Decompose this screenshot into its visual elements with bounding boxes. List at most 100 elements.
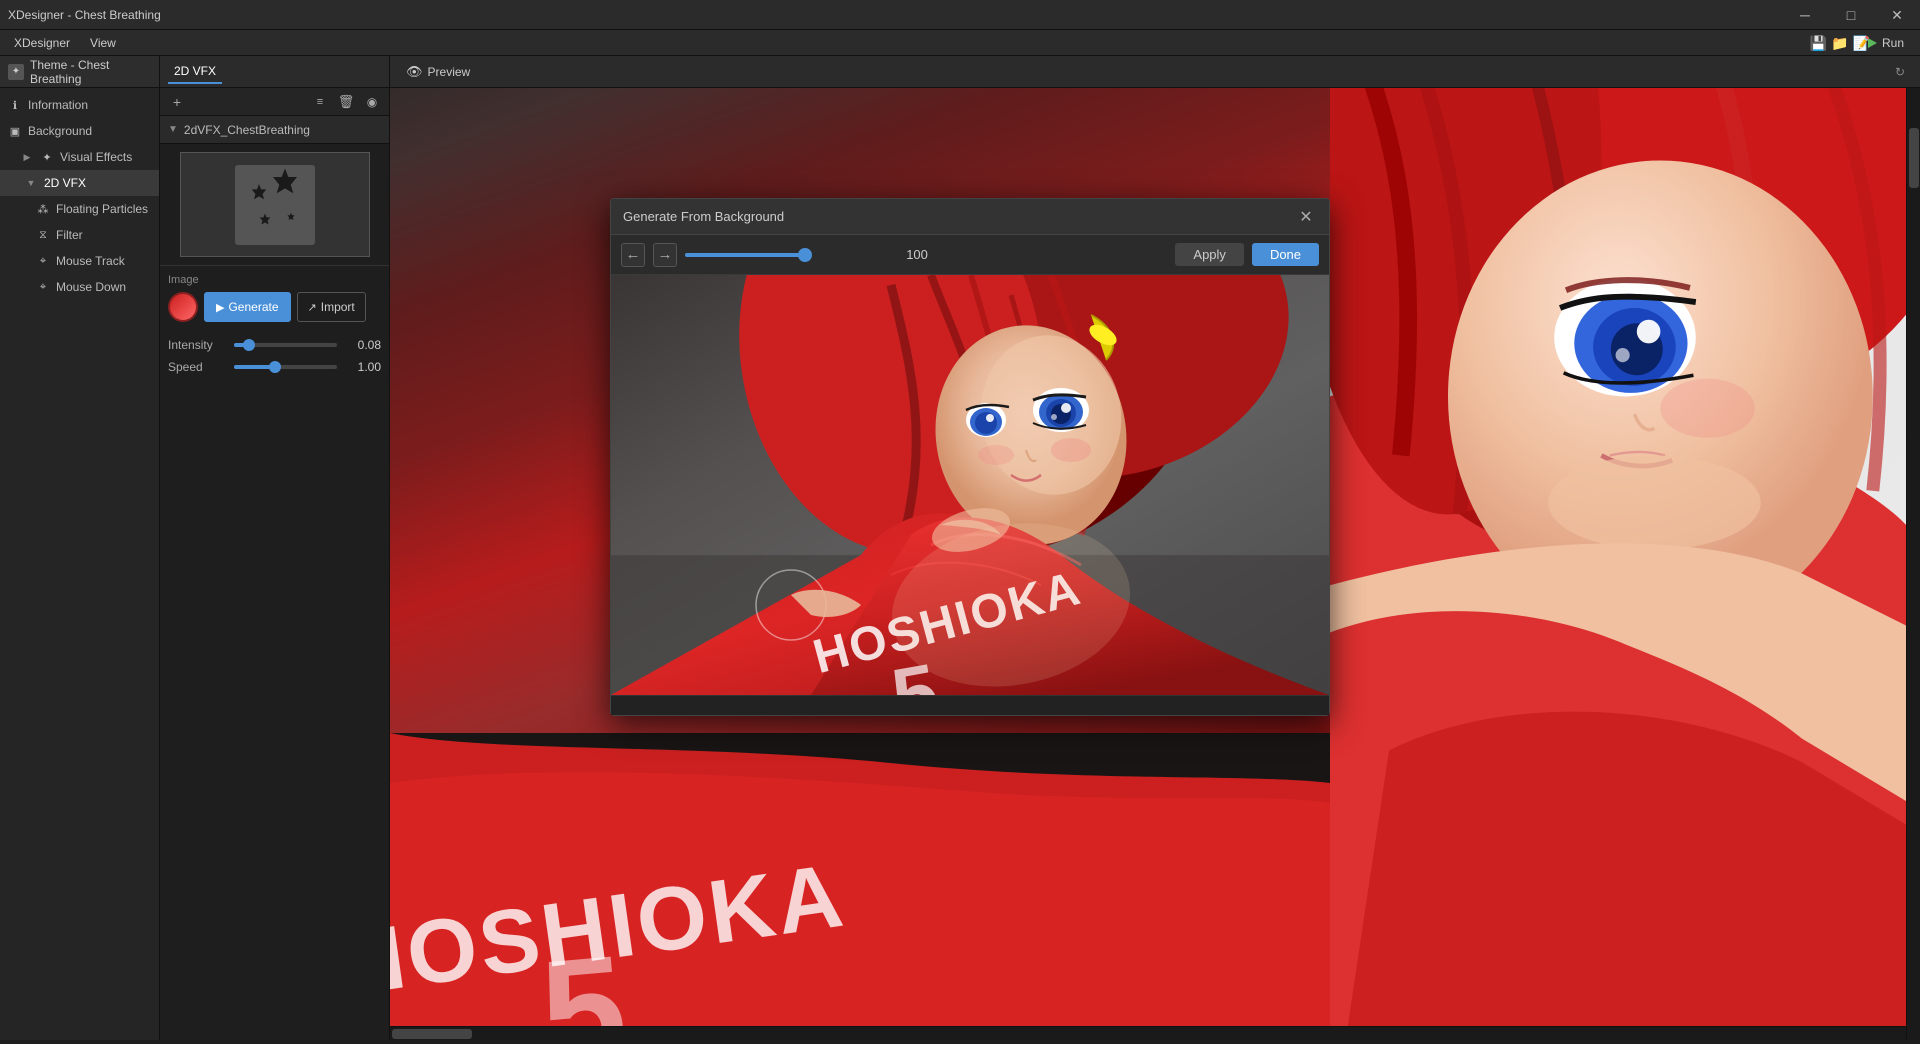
expand-icon: ▶ [20,150,34,164]
minimize-button[interactable]: ─ [1782,0,1828,30]
panel-toolbar: + ≡ 🗑 ◉ [160,88,389,116]
sidebar-header-title: Theme - Chest Breathing [30,58,151,86]
filter-icon: ⧖ [36,228,50,242]
speed-thumb[interactable] [269,361,281,373]
sidebar: ✦ Theme - Chest Breathing ℹ Information … [0,56,160,1040]
bottom-svg: HOSHIOKA 5 [390,733,1330,1040]
info-icon: ℹ [8,98,22,112]
sidebar-item-filter[interactable]: ⧖ Filter [0,222,159,248]
thumbnail-svg [235,165,315,245]
vfx-icon: ✦ [40,150,54,164]
refresh-button[interactable]: ↻ [1888,60,1912,84]
svg-text:5: 5 [535,923,633,1040]
speed-value: 1.00 [343,360,381,374]
modal-slider-thumb[interactable] [798,248,812,262]
sidebar-item-visual-effects[interactable]: ▶ ✦ Visual Effects [0,144,159,170]
generate-button[interactable]: ▶ Generate [204,292,291,322]
close-button[interactable]: ✕ [1874,0,1920,30]
panel: 2D VFX + ≡ 🗑 ◉ ▼ 2dVFX_ChestBreathing [160,56,390,1040]
menu-view[interactable]: View [82,33,124,53]
right-scrollbar[interactable] [1906,88,1920,1040]
image-buttons: ▶ Generate ↗ Import [168,292,381,322]
right-side-image [1330,88,1920,1040]
sidebar-item-information[interactable]: ℹ Information [0,92,159,118]
import-button[interactable]: ↗ Import [297,292,366,322]
menubar: XDesigner View Run 💾 📁 📝 [0,30,1920,56]
sidebar-item-background[interactable]: ▣ Background [0,118,159,144]
scrollbar-thumb[interactable] [1909,128,1919,188]
intensity-label: Intensity [168,338,228,352]
sidebar-label-filter: Filter [56,228,83,242]
preview-area: 👁 Preview ↻ 5 Generate From Backg [390,56,1920,1040]
maximize-button[interactable]: □ [1828,0,1874,30]
intensity-slider[interactable] [234,343,337,347]
sidebar-item-mouse-track[interactable]: ⌖ Mouse Track [0,248,159,274]
speed-row: Speed 1.00 [168,360,381,374]
image-section: Image ▶ Generate ↗ Import [160,265,389,330]
bottom-scrollbar[interactable] [390,1026,1906,1040]
panel-tabbar: 2D VFX [160,56,389,88]
sidebar-items: ℹ Information ▣ Background ▶ ✦ Visual Ef… [0,88,159,304]
sidebar-label-mouse-down: Mouse Down [56,280,126,294]
mouse-track-icon: ⌖ [36,254,50,268]
sidebar-item-floating-particles[interactable]: ⁂ Floating Particles [0,196,159,222]
image-preview-avatar [168,292,198,322]
sidebar-label-information: Information [28,98,88,112]
thumbnail-area [160,144,389,265]
toolbar-icon-btn1[interactable]: ≡ [309,91,331,113]
modal-toolbar: ← → 100 Apply Done [611,235,1329,275]
sidebar-label-visual-effects: Visual Effects [60,150,132,164]
preview-canvas: 5 Generate From Background ✕ ← → [390,88,1920,1040]
preview-tab[interactable]: 👁 Preview [398,60,478,84]
modal-close-button[interactable]: ✕ [1295,206,1317,228]
background-icon: ▣ [8,124,22,138]
speed-label: Speed [168,360,228,374]
window-controls: ─ □ ✕ [1782,0,1920,30]
modal-slider-container[interactable] [685,253,898,257]
2dvfx-icon: ▼ [24,176,38,190]
mouse-down-icon: ⌖ [36,280,50,294]
modal-apply-button[interactable]: Apply [1175,243,1244,266]
delete-node-button[interactable]: 🗑 [335,91,357,113]
generate-from-background-modal: Generate From Background ✕ ← → 100 [610,198,1330,716]
intensity-thumb[interactable] [243,339,255,351]
modal-image-canvas: HOSHIOKA 5 [611,275,1329,695]
horizontal-scrollbar-thumb[interactable] [392,1029,472,1039]
modal-slider-track[interactable] [685,253,805,257]
sidebar-label-2dvfx: 2D VFX [44,176,86,190]
modal-done-button[interactable]: Done [1252,243,1319,266]
sidebar-item-2dvfx[interactable]: ▼ 2D VFX [0,170,159,196]
main-layout: ✦ Theme - Chest Breathing ℹ Information … [0,56,1920,1040]
generate-icon: ▶ [216,301,224,314]
preview-tabbar: 👁 Preview ↻ [390,56,1920,88]
node-name: 2dVFX_ChestBreathing [184,123,310,137]
panel-tab-2dvfx[interactable]: 2D VFX [168,60,222,84]
modal-image-area: HOSHIOKA 5 [611,275,1329,695]
view-node-button[interactable]: ◉ [361,91,383,113]
node-expand-arrow[interactable]: ▼ [168,124,178,135]
right-side-svg [1330,88,1920,1040]
sidebar-label-floating-particles: Floating Particles [56,202,148,216]
save-icon[interactable]: 💾 [1810,35,1827,52]
modal-back-button[interactable]: ← [621,243,645,267]
import-icon: ↗ [308,301,317,314]
speed-slider[interactable] [234,365,337,369]
preview-tab-label: Preview [428,65,471,79]
script-icon[interactable]: 📝 [1853,35,1870,52]
folder-icon[interactable]: 📁 [1831,35,1848,52]
intensity-row: Intensity 0.08 [168,338,381,352]
add-node-button[interactable]: + [166,91,188,113]
theme-icon: ✦ [8,64,24,80]
titlebar: XDesigner - Chest Breathing ─ □ ✕ [0,0,1920,30]
modal-slider-fill [685,253,805,257]
modal-slider-value: 100 [906,247,946,262]
app-title: XDesigner - Chest Breathing [8,8,161,22]
bottom-image-section: HOSHIOKA 5 [390,733,1330,1040]
menu-xdesigner[interactable]: XDesigner [6,33,78,53]
sidebar-item-mouse-down[interactable]: ⌖ Mouse Down [0,274,159,300]
sidebar-label-mouse-track: Mouse Track [56,254,125,268]
sidebar-header: ✦ Theme - Chest Breathing [0,56,159,88]
modal-forward-button[interactable]: → [653,243,677,267]
eye-icon: 👁 [406,64,423,80]
run-label: Run [1882,36,1904,50]
